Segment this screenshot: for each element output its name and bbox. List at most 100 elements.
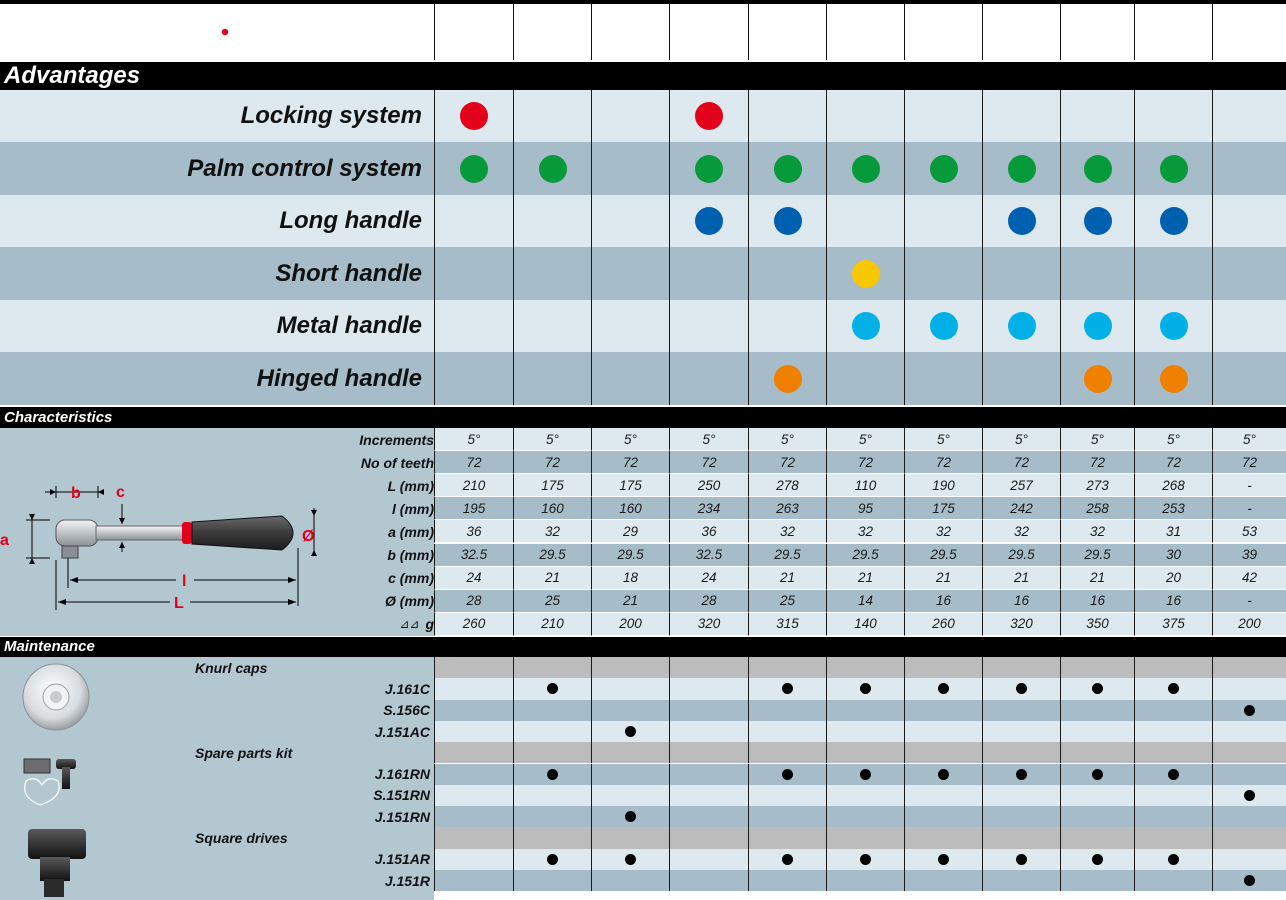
table-cell — [904, 300, 982, 352]
spec-value: 260 — [462, 616, 486, 632]
compatibility-dot — [938, 683, 949, 695]
spec-value: 21 — [779, 570, 796, 586]
spec-value: 350 — [1086, 616, 1109, 632]
spec-value: 375 — [1162, 616, 1185, 632]
table-cell: 260 — [904, 612, 982, 636]
table-cell — [748, 247, 826, 300]
table-cell: 28 — [669, 589, 748, 613]
section-advantages: Advantages — [0, 62, 1286, 90]
section-title: Maintenance — [4, 638, 95, 655]
compatibility-dot — [1016, 853, 1027, 865]
table-cell — [1212, 300, 1286, 352]
maintenance-part-row: J.151AC — [0, 720, 1286, 743]
table-cell — [982, 195, 1060, 247]
table-cell: 5° — [591, 428, 669, 452]
table-cell — [904, 720, 982, 743]
compatibility-dot — [547, 853, 558, 865]
table-cell — [591, 352, 669, 405]
table-cell: J.161 — [513, 4, 591, 60]
table-cell — [434, 142, 513, 195]
table-cell — [826, 784, 904, 807]
spec-value: 5° — [859, 431, 872, 447]
table-cell — [1060, 678, 1134, 700]
table-cell — [826, 827, 904, 849]
compatibility-dot — [625, 726, 636, 738]
table-cell — [669, 657, 748, 679]
model-j153a: J.153A — [763, 23, 812, 41]
spec-value: 258 — [1086, 500, 1109, 516]
table-cell — [591, 742, 669, 764]
table-cell — [826, 678, 904, 700]
table-cell: J.155A — [904, 4, 982, 60]
model-j174: J.174 — [690, 23, 728, 41]
feature-dot — [460, 154, 488, 183]
brand-logo — [0, 4, 434, 60]
table-cell — [434, 300, 513, 352]
spec-value: 39 — [1241, 547, 1258, 563]
section-characteristics: Characteristics — [0, 407, 1286, 428]
spec-value: 29.5 — [1008, 547, 1035, 563]
table-cell — [1060, 699, 1134, 721]
feature-dot — [695, 207, 723, 235]
part-number: J.161C — [384, 680, 430, 697]
spec-value: 5° — [781, 431, 794, 447]
table-cell: 72 — [434, 451, 513, 475]
table-cell — [434, 699, 513, 721]
table-cell — [1134, 300, 1212, 352]
table-cell — [513, 699, 591, 721]
spec-value: 72 — [1089, 454, 1106, 470]
spec-value: 253 — [1162, 500, 1185, 516]
table-cell — [748, 720, 826, 743]
maintenance-group-row: Square drives — [0, 827, 1286, 849]
table-cell — [591, 806, 669, 828]
compatibility-dot — [782, 768, 793, 780]
table-cell — [904, 678, 982, 700]
table-cell — [591, 300, 669, 352]
maintenance-part-row: S.156C — [0, 699, 1286, 721]
compatibility-dot — [1016, 683, 1027, 695]
maintenance-group-row: Spare parts kit — [0, 742, 1286, 764]
table-cell — [826, 247, 904, 300]
model-j161e: J.161E — [841, 23, 890, 41]
table-cell — [591, 784, 669, 807]
table-cell: 5° — [1060, 428, 1134, 452]
header-row: J.171 J.161 J.151A J.174 J.153A J.161E J.155A J… — [0, 0, 1286, 68]
table-cell — [434, 352, 513, 405]
table-cell — [434, 848, 513, 870]
table-cell — [591, 195, 669, 247]
table-cell: 29.5 — [1060, 543, 1134, 567]
table-cell — [748, 699, 826, 721]
table-cell — [826, 763, 904, 785]
table-cell — [513, 806, 591, 828]
table-cell — [591, 90, 669, 142]
table-cell: 315 — [748, 612, 826, 636]
table-cell: 21 — [826, 566, 904, 590]
spec-value: 72 — [935, 454, 952, 470]
table-cell — [982, 657, 1060, 679]
section-title: Advantages — [4, 62, 141, 89]
table-cell: 278 — [748, 474, 826, 498]
spec-value: 72 — [544, 454, 561, 470]
spec-value: 5° — [1091, 431, 1104, 447]
table-cell — [1134, 720, 1212, 743]
spec-value: 175 — [932, 500, 955, 516]
table-cell — [434, 742, 513, 764]
model-j157a: J.157A — [997, 23, 1046, 41]
table-cell — [1134, 699, 1212, 721]
table-cell: 28 — [434, 589, 513, 613]
table-cell — [669, 699, 748, 721]
table-cell — [1212, 90, 1286, 142]
spec-value: 29.5 — [617, 547, 644, 563]
table-cell — [669, 247, 748, 300]
table-cell — [1060, 784, 1134, 807]
part-number: S.151RN — [373, 787, 430, 804]
table-cell — [826, 742, 904, 764]
spec-value: 200 — [619, 616, 642, 632]
knurl-cap-image — [22, 663, 90, 731]
table-cell — [513, 195, 591, 247]
table-cell: 36 — [669, 520, 748, 544]
table-cell: 95 — [826, 497, 904, 521]
comparison-table: J.171 J.161 J.151A J.174 J.153A J.161E J.155A J… — [0, 0, 1286, 900]
table-cell — [1212, 720, 1286, 743]
table-cell: 234 — [669, 497, 748, 521]
